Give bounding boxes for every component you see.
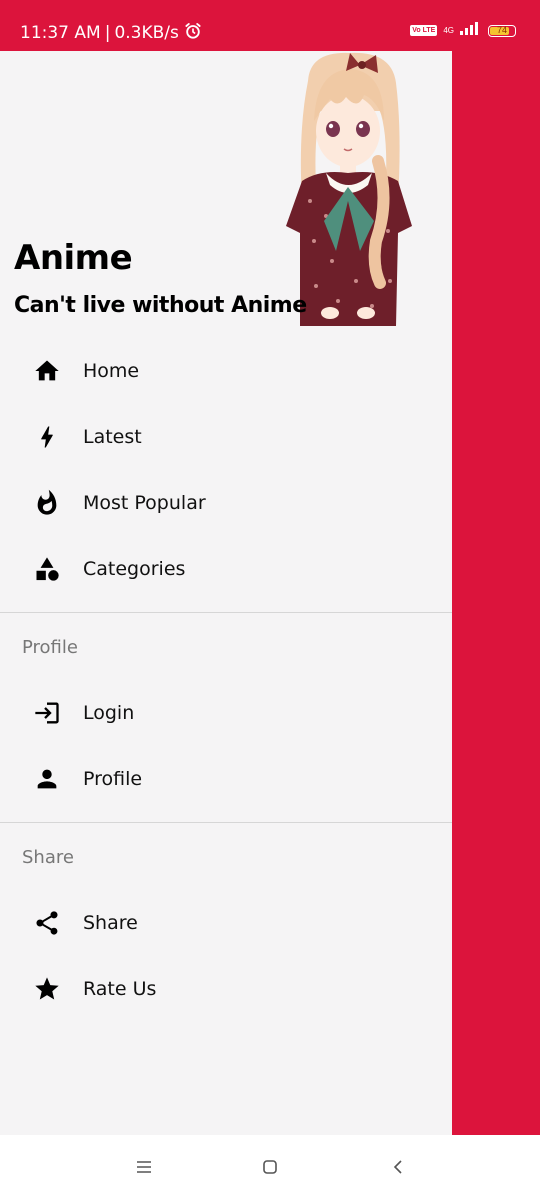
- star-icon: [33, 975, 61, 1003]
- system-nav-bar: [0, 1135, 540, 1200]
- navigation-drawer: Anime Can't live without Anime Home Late…: [0, 51, 452, 1135]
- home-square-icon[interactable]: [258, 1155, 282, 1179]
- status-left: 11:37 AM | 0.3KB/s: [20, 21, 203, 45]
- status-right: Vo LTE 4G 74: [410, 21, 516, 40]
- volte-badge: Vo LTE: [410, 25, 438, 36]
- menu-item-latest[interactable]: Latest: [0, 407, 452, 467]
- person-icon: [33, 765, 61, 793]
- shapes-icon: [33, 555, 61, 583]
- menu-item-label: Share: [83, 912, 138, 934]
- app-title: Anime: [14, 238, 133, 278]
- menu-item-categories[interactable]: Categories: [0, 539, 452, 599]
- home-icon: [33, 357, 61, 385]
- menu-item-label: Profile: [83, 768, 143, 790]
- menu-item-label: Categories: [83, 558, 186, 580]
- menu-icon[interactable]: [132, 1155, 156, 1179]
- menu-item-label: Latest: [83, 426, 142, 448]
- status-bar: 11:37 AM | 0.3KB/s Vo LTE 4G 74: [0, 0, 540, 51]
- menu-item-label: Most Popular: [83, 492, 206, 514]
- anime-girl-illustration: [286, 52, 412, 326]
- section-title-profile: Profile: [22, 637, 78, 658]
- share-icon: [33, 909, 61, 937]
- back-icon[interactable]: [386, 1155, 410, 1179]
- menu-item-login[interactable]: Login: [0, 683, 452, 743]
- section-title-share: Share: [22, 847, 74, 868]
- status-speed: 0.3KB/s: [114, 22, 179, 43]
- status-separator: |: [104, 22, 111, 43]
- app-subtitle: Can't live without Anime: [14, 293, 307, 318]
- menu-item-label: Home: [83, 360, 140, 382]
- signal-icon: [460, 21, 482, 40]
- menu-item-most-popular[interactable]: Most Popular: [0, 473, 452, 533]
- bolt-icon: [33, 423, 61, 451]
- menu-item-home[interactable]: Home: [0, 341, 452, 401]
- battery-level: 74: [496, 24, 507, 35]
- menu-item-profile[interactable]: Profile: [0, 749, 452, 809]
- menu-item-rate-us[interactable]: Rate Us: [0, 959, 452, 1019]
- battery-icon: 74: [488, 24, 516, 37]
- divider: [0, 822, 452, 823]
- login-icon: [33, 699, 61, 727]
- network-type: 4G: [443, 25, 454, 35]
- fire-icon: [33, 489, 61, 517]
- alarm-icon: [183, 21, 203, 45]
- divider: [0, 612, 452, 613]
- menu-item-label: Login: [83, 702, 135, 724]
- menu-item-label: Rate Us: [83, 978, 157, 1000]
- status-time: 11:37 AM: [20, 22, 101, 43]
- menu-item-share[interactable]: Share: [0, 893, 452, 953]
